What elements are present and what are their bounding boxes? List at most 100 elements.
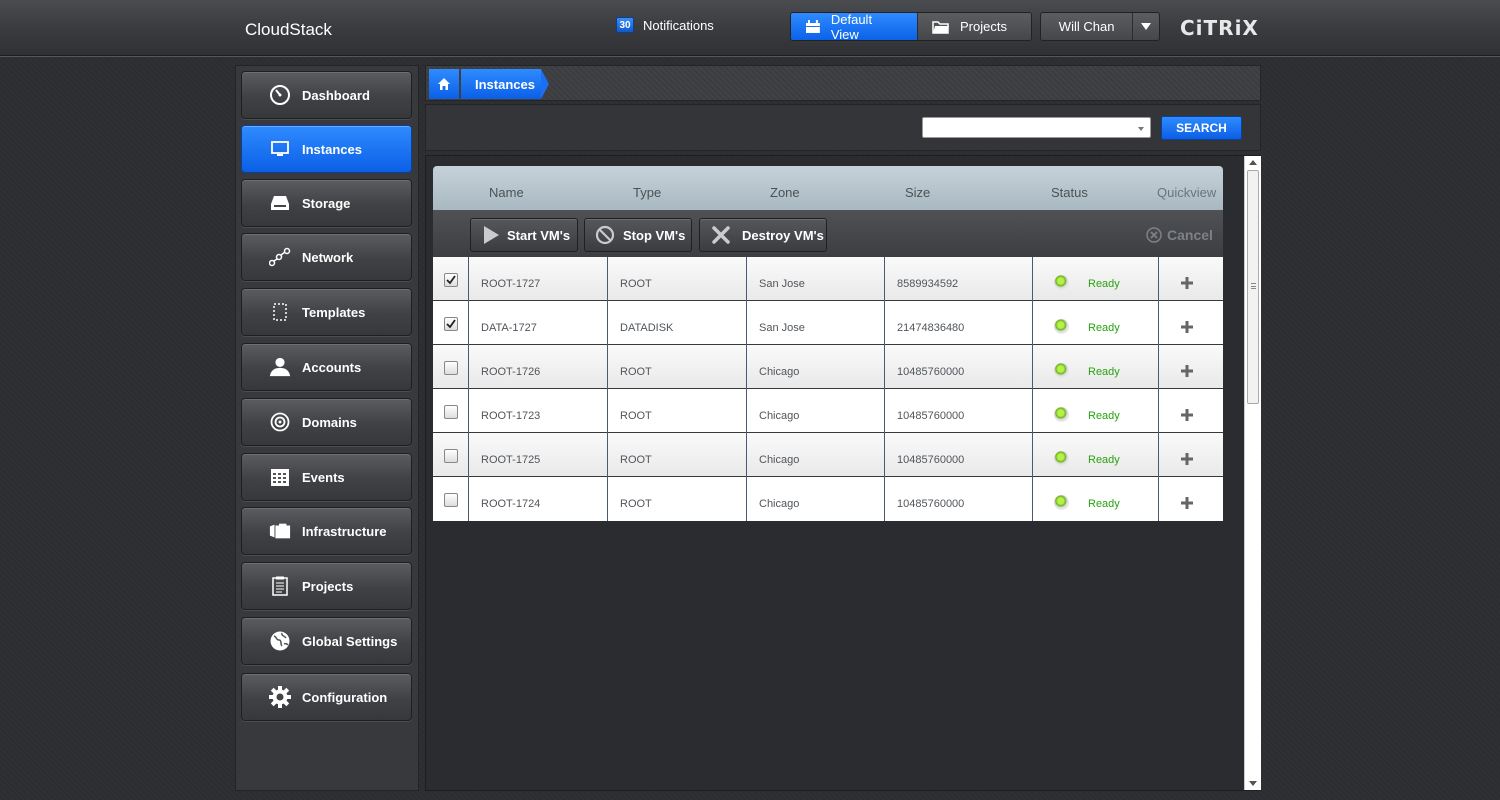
status-indicator-icon [1054, 451, 1069, 466]
row-zone: Chicago [759, 366, 800, 378]
row-size: 21474836480 [897, 322, 965, 334]
clipboard-icon [269, 575, 291, 597]
row-status: Ready [1088, 322, 1120, 334]
projects-view-button[interactable]: Projects [917, 13, 1031, 40]
quickview-plus-icon[interactable] [1180, 452, 1194, 471]
calendar-icon [269, 466, 291, 488]
table-row[interactable]: DATA-1727 DATADISK San Jose 21474836480 … [433, 301, 1223, 345]
sidebar-item-projects[interactable]: Projects [241, 562, 412, 610]
row-status: Ready [1088, 366, 1120, 378]
start-vms-button[interactable]: Start VM's [470, 218, 578, 252]
row-checkbox[interactable] [444, 493, 458, 507]
row-zone: Chicago [759, 454, 800, 466]
quickview-cell [1159, 301, 1223, 345]
breadcrumb-instances[interactable]: Instances [461, 69, 549, 99]
row-checkbox[interactable] [444, 361, 458, 375]
sidebar-item-global-settings[interactable]: Global Settings [241, 617, 412, 665]
instances-list-panel: Name Type Zone Size Status Quickview Sta… [425, 155, 1261, 791]
sidebar-item-label: Network [302, 249, 354, 265]
sidebar-item-instances[interactable]: Instances [241, 125, 412, 173]
home-breadcrumb-button[interactable] [429, 69, 459, 99]
row-zone: San Jose [759, 278, 805, 290]
size-cell: 10485760000 [885, 433, 1033, 477]
name-cell: DATA-1727 [469, 301, 608, 345]
scrollbar-thumb[interactable] [1247, 170, 1259, 404]
table-row[interactable]: ROOT-1725 ROOT Chicago 10485760000 Ready [433, 433, 1223, 477]
user-name-button[interactable]: Will Chan [1041, 13, 1132, 40]
sidebar-item-accounts[interactable]: Accounts [241, 343, 412, 391]
sidebar-item-infrastructure[interactable]: Infrastructure [241, 507, 412, 555]
size-cell: 10485760000 [885, 345, 1033, 389]
zone-cell: Chicago [747, 345, 885, 389]
quickview-plus-icon[interactable] [1180, 276, 1194, 295]
app-logo[interactable]: CloudStack [245, 20, 332, 40]
grip-icon [1251, 283, 1256, 289]
scroll-down-arrow-icon[interactable] [1249, 781, 1257, 786]
checkbox-cell [433, 345, 469, 389]
column-header-zone[interactable]: Zone [770, 185, 800, 200]
table-row[interactable]: ROOT-1727 ROOT San Jose 8589934592 Ready [433, 257, 1223, 301]
cancel-selection-label: Cancel [1167, 227, 1213, 243]
zone-cell: Chicago [747, 477, 885, 521]
sidebar-item-network[interactable]: Network [241, 233, 412, 281]
table-row[interactable]: ROOT-1724 ROOT Chicago 10485760000 Ready [433, 477, 1223, 521]
column-header-status[interactable]: Status [1051, 185, 1088, 200]
stop-vms-label: Stop VM's [623, 227, 686, 243]
notifications-label: Notifications [643, 17, 714, 33]
default-view-icon [805, 19, 820, 33]
zone-cell: San Jose [747, 301, 885, 345]
row-zone: Chicago [759, 498, 800, 510]
row-size: 10485760000 [897, 498, 965, 510]
stop-vms-button[interactable]: Stop VM's [584, 218, 692, 252]
search-toolbar: SEARCH [425, 104, 1261, 151]
type-cell: ROOT [608, 477, 747, 521]
checkmark-icon [446, 319, 456, 329]
status-cell: Ready [1033, 389, 1159, 433]
checkbox-cell [433, 477, 469, 521]
sidebar-item-events[interactable]: Events [241, 453, 412, 501]
status-indicator-icon [1054, 319, 1069, 334]
row-name: ROOT-1725 [481, 454, 541, 466]
column-header-quickview: Quickview [1157, 185, 1217, 200]
row-type: ROOT [620, 454, 652, 466]
sidebar-item-templates[interactable]: Templates [241, 288, 412, 336]
sidebar-item-storage[interactable]: Storage [241, 179, 412, 227]
destroy-vms-button[interactable]: Destroy VM's [699, 218, 827, 252]
notifications-button[interactable]: 30 Notifications [616, 17, 714, 33]
status-indicator-icon [1054, 275, 1069, 290]
size-cell: 21474836480 [885, 301, 1033, 345]
table-row[interactable]: ROOT-1723 ROOT Chicago 10485760000 Ready [433, 389, 1223, 433]
sidebar-item-label: Global Settings [302, 633, 398, 649]
scroll-up-arrow-icon[interactable] [1249, 160, 1257, 165]
quickview-plus-icon[interactable] [1180, 364, 1194, 383]
quickview-plus-icon[interactable] [1180, 320, 1194, 339]
notifications-count-badge: 30 [616, 17, 634, 33]
column-header-size[interactable]: Size [905, 185, 930, 200]
column-header-name[interactable]: Name [489, 185, 524, 200]
table-header: Name Type Zone Size Status Quickview [433, 166, 1223, 210]
status-indicator-icon [1054, 363, 1069, 378]
status-cell: Ready [1033, 345, 1159, 389]
default-view-button[interactable]: Default View [791, 13, 917, 40]
column-header-type[interactable]: Type [633, 185, 661, 200]
user-menu-dropdown[interactable] [1132, 13, 1159, 40]
folder-icon [932, 20, 949, 34]
row-checkbox-checked[interactable] [444, 317, 458, 331]
row-checkbox-checked[interactable] [444, 273, 458, 287]
row-checkbox[interactable] [444, 449, 458, 463]
gear-icon [269, 686, 291, 708]
sidebar-item-dashboard[interactable]: Dashboard [241, 71, 412, 119]
cancel-selection-button[interactable]: Cancel [1146, 227, 1213, 243]
search-filter-select[interactable] [922, 117, 1151, 138]
row-checkbox[interactable] [444, 405, 458, 419]
home-icon [438, 78, 450, 90]
quickview-plus-icon[interactable] [1180, 496, 1194, 515]
sidebar-item-domains[interactable]: Domains [241, 398, 412, 446]
quickview-plus-icon[interactable] [1180, 408, 1194, 427]
table-row[interactable]: ROOT-1726 ROOT Chicago 10485760000 Ready [433, 345, 1223, 389]
row-name: ROOT-1727 [481, 278, 541, 290]
name-cell: ROOT-1723 [469, 389, 608, 433]
search-button[interactable]: SEARCH [1161, 116, 1242, 140]
list-scrollbar[interactable] [1244, 156, 1261, 790]
sidebar-item-configuration[interactable]: Configuration [241, 673, 412, 721]
